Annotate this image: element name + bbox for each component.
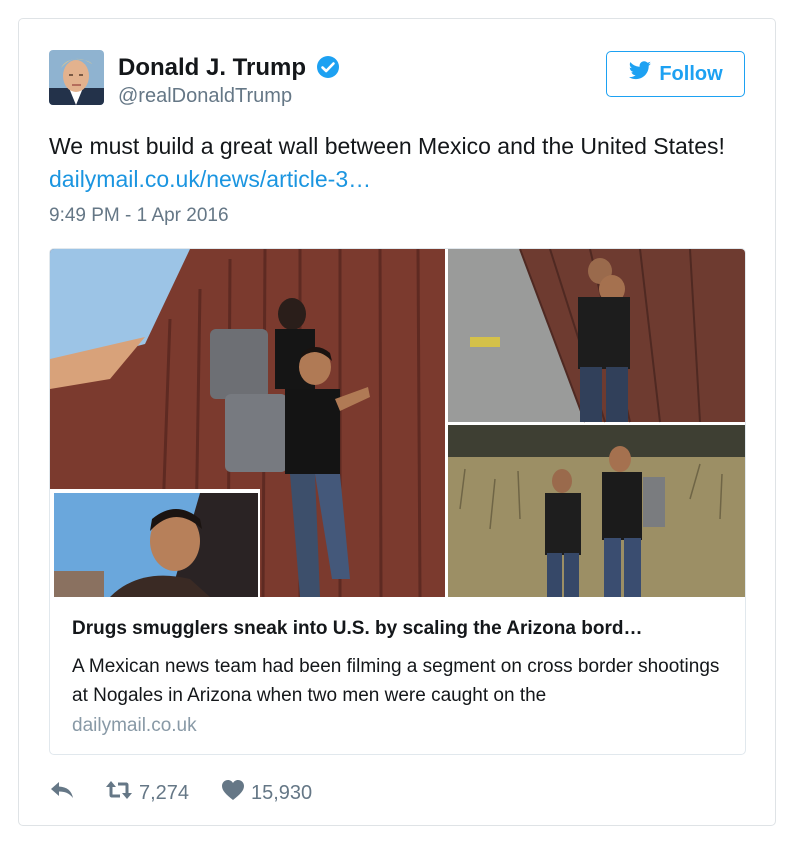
card-domain: dailymail.co.uk	[72, 715, 197, 736]
retweet-icon	[105, 779, 133, 807]
tweet-timestamp[interactable]: 9:49 PM - 1 Apr 2016	[49, 205, 229, 227]
follow-button[interactable]: Follow	[606, 51, 745, 97]
link-card[interactable]: Drugs smugglers sneak into U.S. by scali…	[49, 248, 746, 755]
heart-icon	[221, 779, 245, 807]
reply-button[interactable]	[49, 779, 75, 807]
photo-inset-face	[50, 489, 260, 597]
avatar[interactable]	[49, 50, 104, 105]
card-title[interactable]: Drugs smugglers sneak into U.S. by scali…	[72, 618, 732, 640]
retweet-count: 7,274	[139, 781, 190, 804]
photo-border-fence	[448, 249, 745, 423]
follow-label: Follow	[659, 62, 723, 85]
retweet-button[interactable]: 7,274	[105, 779, 189, 807]
tweet-body: We must build a great wall between Mexic…	[49, 133, 725, 159]
twitter-bird-icon	[628, 61, 652, 87]
like-count: 15,930	[251, 781, 313, 804]
photo-desert-walkers	[448, 425, 745, 597]
tweet-text: We must build a great wall between Mexic…	[49, 130, 729, 196]
verified-badge-icon	[316, 55, 340, 84]
tweet-link[interactable]: dailymail.co.uk/news/article-3…	[49, 166, 371, 192]
reply-icon	[49, 779, 75, 807]
user-handle[interactable]: @realDonaldTrump	[118, 85, 292, 108]
card-image-collage[interactable]	[50, 249, 745, 598]
display-name[interactable]: Donald J. Trump	[118, 54, 306, 82]
tweet-card: Donald J. Trump @realDonaldTrump Follow …	[18, 18, 776, 826]
like-button[interactable]: 15,930	[221, 779, 312, 807]
card-description: A Mexican news team had been filming a s…	[72, 656, 720, 706]
